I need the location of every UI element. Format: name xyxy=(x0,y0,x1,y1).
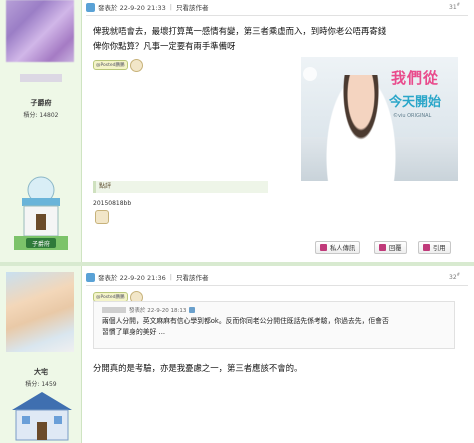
user1-title-blurred xyxy=(20,74,62,82)
post2-text: 分開真的是考驗，亦是我憂慮之一，第三者應該不會的。 xyxy=(93,363,303,373)
quote-timestamp: 發表於 22-9-20 18:13 xyxy=(129,308,187,314)
reply-button[interactable]: 回覆 xyxy=(374,241,407,254)
user1-avatar[interactable] xyxy=(6,0,74,62)
ad-subtitle: ©viu ORIGINAL xyxy=(393,113,432,119)
sticker-face-icon xyxy=(129,58,143,72)
post2-divider xyxy=(86,285,468,286)
post1-only-author-link[interactable]: 只看該作者 xyxy=(176,2,209,12)
pm-button-label: 私人傳訊 xyxy=(330,245,356,252)
mansion-house-icon xyxy=(12,392,72,441)
post2-header: 發表於 22-9-20 21:36 | 只看該作者 32# xyxy=(86,270,468,284)
post2-floor[interactable]: 32# xyxy=(449,272,460,281)
quote-button[interactable]: 引用 xyxy=(418,241,451,254)
user1-name[interactable]: 子爵府 xyxy=(0,98,82,108)
sticker-tag: @Posted鵬鵬 xyxy=(93,60,128,70)
post2-timestamp: 發表於 22-9-20 21:36 xyxy=(98,274,166,282)
quote-author-blurred xyxy=(102,307,126,313)
ad-title-2: 今天開始 xyxy=(388,95,441,110)
comment-text: 20150818bb xyxy=(93,200,132,207)
post1-line-1: 俾我就唔會去，最壞打算萬一感情有變，第三者乘虛而入，到時你老公唔再寄錢 xyxy=(93,26,387,36)
post1-line-2: 俾你你點算？凡事一定要有兩手準備呀 xyxy=(93,41,236,51)
reply-icon xyxy=(379,244,386,251)
commenter-avatar[interactable] xyxy=(95,210,109,224)
user2-points: 積分: 1459 xyxy=(25,381,57,388)
message-icon xyxy=(320,244,327,251)
forum-page: 子爵府 積分: 14802 子爵府 發表於 22-9-20 21:33 | 只看… xyxy=(0,0,474,443)
quote-block: 發表於 22-9-20 18:13 兩個人分開，英文麻麻有信心學到都ok。反而你… xyxy=(93,301,455,349)
advertisement-banner[interactable]: 我們從 今天開始 ©viu ORIGINAL xyxy=(301,57,458,181)
quote-button-label: 引用 xyxy=(433,245,446,252)
reply-button-label: 回覆 xyxy=(389,245,402,252)
quote-header: 發表於 22-9-20 18:13 xyxy=(102,306,196,314)
quote-icon xyxy=(423,244,430,251)
ad-decoration-icon xyxy=(303,67,317,81)
user-post-icon xyxy=(86,272,95,282)
pm-button[interactable]: 私人傳訊 xyxy=(315,241,361,254)
quote-text: 兩個人分開，英文麻麻有信心學到都ok。反而你同老公分開住既話先係考驗，你過去先，… xyxy=(102,316,452,338)
post-separator xyxy=(0,262,474,266)
post2-only-author-link[interactable]: 只看該作者 xyxy=(176,272,209,282)
house1-label: 子爵府 xyxy=(32,240,50,248)
post1-floor[interactable]: 31# xyxy=(449,2,460,11)
user-post-icon xyxy=(86,2,95,12)
post1-timestamp: 發表於 22-9-20 21:33 xyxy=(98,4,166,12)
quote-line-1: 兩個人分開，英文麻麻有信心學到都ok。反而你同老公分開住既話先係考驗，你過去先，… xyxy=(102,317,389,325)
post1-divider xyxy=(86,15,468,16)
user2-name[interactable]: 大宅 xyxy=(0,367,82,377)
quote-line-2: 習慣了單身的美好 ... xyxy=(102,328,166,336)
castle-house-icon: 子爵府 xyxy=(14,176,68,250)
ad-title-1: 我們從 xyxy=(390,69,439,87)
comment-section-label: 點評 xyxy=(93,181,268,193)
jump-to-post-icon[interactable] xyxy=(189,307,196,313)
user1-points: 積分: 14802 xyxy=(23,112,59,119)
user2-avatar[interactable] xyxy=(6,272,74,352)
post1-header: 發表於 22-9-20 21:33 | 只看該作者 31# xyxy=(86,0,468,14)
post1-sticker: @Posted鵬鵬 xyxy=(93,58,143,72)
